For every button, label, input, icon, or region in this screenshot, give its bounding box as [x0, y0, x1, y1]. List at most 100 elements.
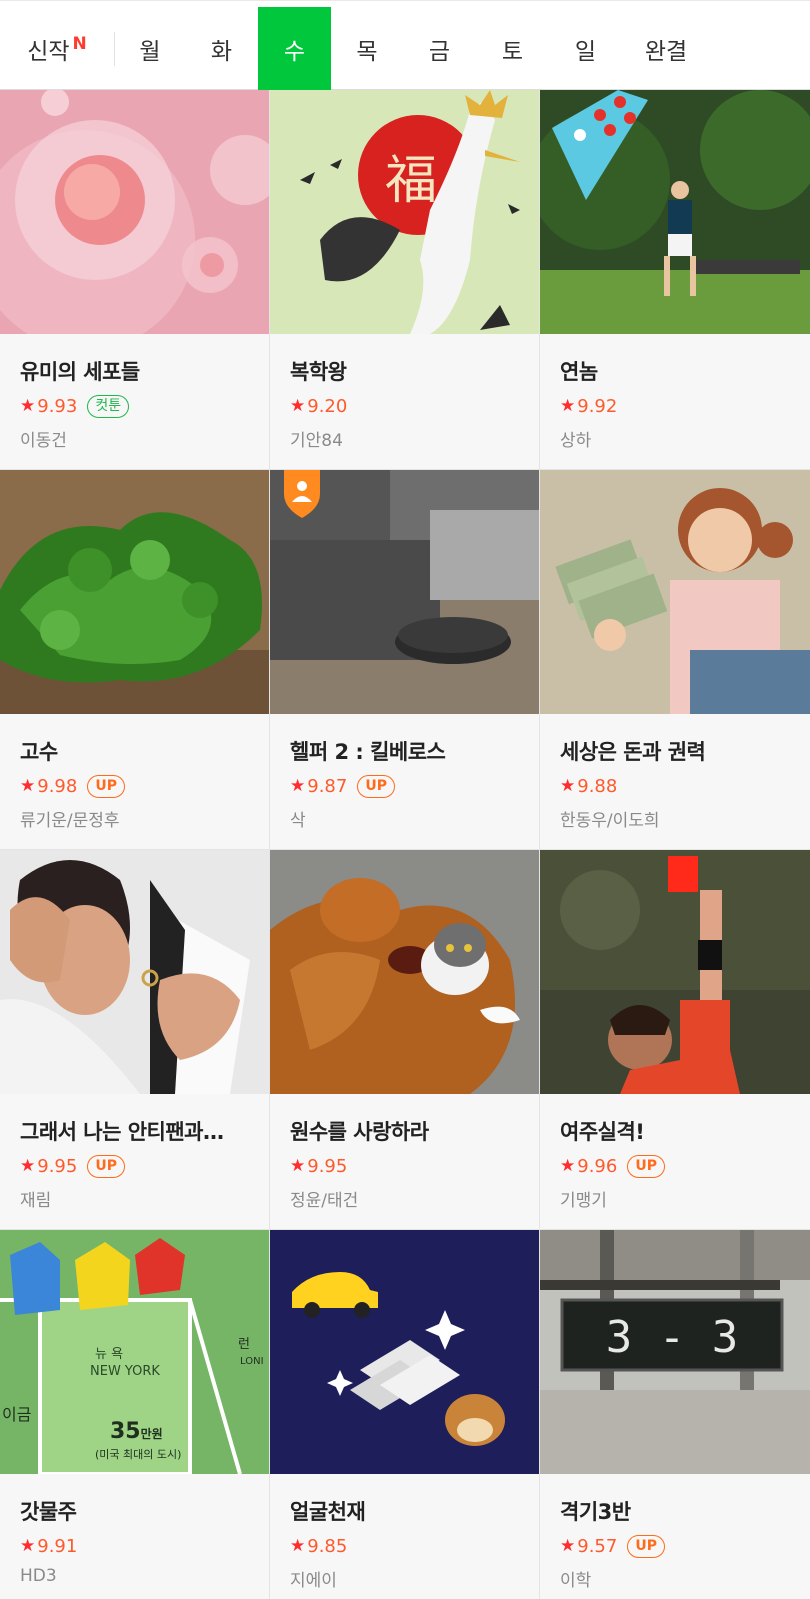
webtoon-card-5[interactable]: 세상은 돈과 권력 ★ 9.88 한동우/이도희	[540, 470, 810, 850]
webtoon-thumbnail: 3 - 3	[540, 1230, 810, 1474]
thumbnail-image: 福	[270, 90, 539, 334]
star-icon: ★	[560, 1156, 576, 1176]
webtoon-thumbnail	[540, 470, 810, 714]
star-icon: ★	[560, 1536, 576, 1556]
tab-day-7[interactable]: 완결	[622, 7, 710, 90]
webtoon-thumbnail: 福	[270, 90, 539, 334]
svg-text:뉴 욕: 뉴 욕	[95, 1347, 123, 1362]
rating-score: 9.57	[577, 1535, 618, 1557]
star-icon: ★	[290, 776, 306, 796]
thumbnail-image	[270, 1230, 539, 1474]
webtoon-info: 고수 ★ 9.98 UP 류기운/문정후	[0, 714, 269, 831]
webtoon-title: 세상은 돈과 권력	[560, 740, 706, 764]
rating-score: 9.91	[37, 1535, 78, 1557]
webtoon-thumbnail	[540, 90, 810, 334]
rating-row: ★ 9.20	[290, 395, 519, 417]
webtoon-title: 여주실격!	[560, 1120, 645, 1144]
webtoon-author: 기맹기	[560, 1191, 607, 1211]
thumbnail-image	[540, 470, 810, 714]
webtoon-card-8[interactable]: 여주실격! ★ 9.96 UP 기맹기	[540, 850, 810, 1230]
webtoon-info: 갓물주 ★ 9.91 HD3	[0, 1474, 269, 1586]
webtoon-card-3[interactable]: 고수 ★ 9.98 UP 류기운/문정후	[0, 470, 270, 850]
up-badge: UP	[87, 1154, 125, 1178]
webtoon-title: 유미의 세포들	[20, 360, 140, 384]
svg-text:이금: 이금	[2, 1405, 31, 1424]
svg-text:런: 런	[238, 1337, 250, 1352]
tab-day-6[interactable]: 일	[549, 7, 622, 90]
tab-day-1[interactable]: 화	[185, 7, 258, 90]
rating-score: 9.95	[307, 1155, 348, 1177]
star-icon: ★	[20, 776, 36, 796]
rating-row: ★ 9.93 컷툰	[20, 394, 249, 418]
rating-score: 9.92	[577, 395, 618, 417]
webtoon-thumbnail	[270, 850, 539, 1094]
rating-row: ★ 9.57 UP	[560, 1534, 790, 1558]
star-icon: ★	[560, 396, 576, 416]
cuttoon-badge: 컷툰	[87, 394, 130, 418]
thumbnail-image	[0, 470, 269, 714]
tab-day-5[interactable]: 토	[476, 7, 549, 90]
webtoon-author: 한동우/이도희	[560, 811, 660, 831]
webtoon-card-10[interactable]: 얼굴천재 ★ 9.85 지에이	[270, 1230, 540, 1599]
rating-score: 9.96	[577, 1155, 618, 1177]
thumbnail-image	[270, 470, 539, 714]
svg-text:3 - 3: 3 - 3	[606, 1312, 738, 1363]
rating-score: 9.98	[37, 775, 78, 797]
webtoon-thumbnail	[0, 470, 269, 714]
webtoon-grid: 유미의 세포들 ★ 9.93 컷툰 이동건 福 복학왕 ★ 9.20 기안84	[0, 90, 810, 1599]
rating-row: ★ 9.92	[560, 395, 790, 417]
webtoon-card-2[interactable]: 연놈 ★ 9.92 상하	[540, 90, 810, 470]
webtoon-title: 그래서 나는 안티팬과…	[20, 1120, 224, 1144]
webtoon-thumbnail: 뉴 욕 NEW YORK 35만원 (미국 최대의 도시) 이금 런 LONI	[0, 1230, 269, 1474]
webtoon-info: 원수를 사랑하라 ★ 9.95 정윤/태건	[270, 1094, 539, 1211]
up-badge: UP	[627, 1154, 665, 1178]
webtoon-author: 이동건	[20, 431, 67, 451]
webtoon-info: 유미의 세포들 ★ 9.93 컷툰 이동건	[0, 334, 269, 451]
webtoon-thumbnail	[270, 470, 539, 714]
webtoon-info: 헬퍼 2 : 킬베로스 ★ 9.87 UP 삭	[270, 714, 539, 831]
tab-day-0[interactable]: 월	[115, 7, 185, 90]
webtoon-author: HD3	[20, 1566, 57, 1586]
webtoon-card-7[interactable]: 원수를 사랑하라 ★ 9.95 정윤/태건	[270, 850, 540, 1230]
tab-day-3[interactable]: 목	[331, 7, 403, 90]
webtoon-info: 격기3반 ★ 9.57 UP 이학	[540, 1474, 810, 1591]
thumbnail-image	[540, 90, 810, 334]
thumbnail-image	[0, 90, 269, 334]
rating-score: 9.20	[307, 395, 348, 417]
thumbnail-image: 뉴 욕 NEW YORK 35만원 (미국 최대의 도시) 이금 런 LONI	[0, 1230, 269, 1474]
thumbnail-image	[540, 850, 810, 1094]
webtoon-card-0[interactable]: 유미의 세포들 ★ 9.93 컷툰 이동건	[0, 90, 270, 470]
webtoon-author: 재림	[20, 1191, 52, 1211]
webtoon-info: 여주실격! ★ 9.96 UP 기맹기	[540, 1094, 810, 1211]
rating-score: 9.87	[307, 775, 348, 797]
webtoon-author: 지에이	[290, 1571, 337, 1591]
rating-row: ★ 9.95	[290, 1155, 519, 1177]
webtoon-card-4[interactable]: 헬퍼 2 : 킬베로스 ★ 9.87 UP 삭	[270, 470, 540, 850]
webtoon-info: 연놈 ★ 9.92 상하	[540, 334, 810, 451]
up-badge: UP	[627, 1534, 665, 1558]
tab-new[interactable]: 신작 N	[0, 7, 114, 90]
tab-day-4[interactable]: 금	[403, 7, 476, 90]
tab-day-2[interactable]: 수	[258, 7, 331, 90]
webtoon-thumbnail	[540, 850, 810, 1094]
webtoon-card-9[interactable]: 뉴 욕 NEW YORK 35만원 (미국 최대의 도시) 이금 런 LONI …	[0, 1230, 270, 1599]
thumbnail-image	[0, 850, 269, 1094]
rating-score: 9.95	[37, 1155, 78, 1177]
up-badge: UP	[87, 774, 125, 798]
webtoon-card-6[interactable]: 그래서 나는 안티팬과… ★ 9.95 UP 재림	[0, 850, 270, 1230]
svg-text:LONI: LONI	[240, 1356, 264, 1367]
webtoon-card-11[interactable]: 3 - 3 격기3반 ★ 9.57 UP 이학	[540, 1230, 810, 1599]
rating-row: ★ 9.91	[20, 1535, 249, 1557]
webtoon-card-1[interactable]: 福 복학왕 ★ 9.20 기안84	[270, 90, 540, 470]
webtoon-title: 고수	[20, 740, 58, 764]
webtoon-author: 상하	[560, 431, 592, 451]
webtoon-info: 얼굴천재 ★ 9.85 지에이	[270, 1474, 539, 1591]
webtoon-thumbnail	[270, 1230, 539, 1474]
webtoon-title: 원수를 사랑하라	[290, 1120, 429, 1144]
webtoon-info: 그래서 나는 안티팬과… ★ 9.95 UP 재림	[0, 1094, 269, 1211]
webtoon-title: 헬퍼 2 : 킬베로스	[290, 740, 446, 764]
rating-score: 9.93	[37, 395, 78, 417]
tab-new-label: 신작	[27, 38, 70, 65]
webtoon-author: 정윤/태건	[290, 1191, 359, 1211]
webtoon-author: 기안84	[290, 431, 343, 451]
